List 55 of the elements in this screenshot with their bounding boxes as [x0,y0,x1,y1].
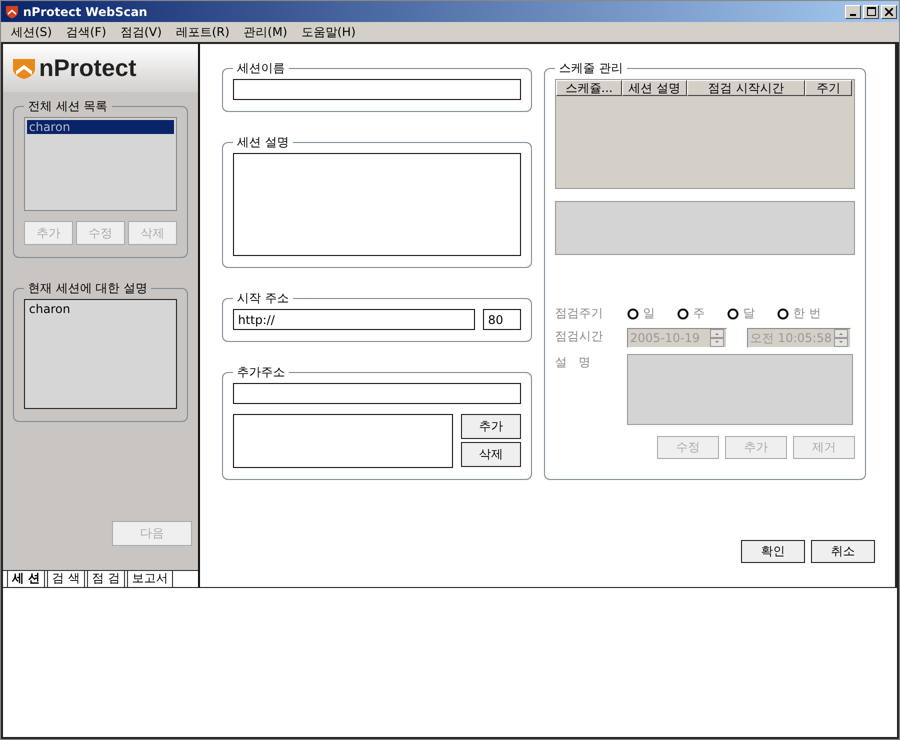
radio-icon [627,308,639,320]
column-header[interactable]: 주기 [805,80,852,96]
menu-item[interactable]: 세션(S) [11,24,52,40]
radio-button[interactable]: 일 [627,305,655,322]
radio-icon [777,308,789,320]
dialog-button[interactable]: 취소 [811,540,875,563]
group-title: 시작 주소 [236,290,290,307]
column-header[interactable]: 세션 설명 [622,80,687,96]
logo-text: nProtect [39,56,136,82]
group-title: 추가주소 [236,364,286,381]
radio-button[interactable]: 주 [677,305,705,322]
schedule-table[interactable]: 스케쥴... 세션 설명 점검 시작시간 주기 [555,79,855,189]
radio-button[interactable]: 달 [727,305,755,322]
menu-item[interactable]: 점검(V) [120,24,162,40]
address-button[interactable]: 삭제 [461,442,521,467]
port-field[interactable]: 80 [483,309,521,330]
address-field[interactable] [233,383,521,404]
menu-item[interactable]: 레포트(R) [176,24,230,40]
group-title: 현재 세션에 대한 설명 [27,280,148,297]
field-label: 점검시간 [555,328,604,345]
dialog-button[interactable]: 확인 [741,540,805,563]
address-button[interactable]: 추가 [461,414,521,439]
menu-item[interactable]: 검색(F) [66,24,106,40]
address-list[interactable] [233,414,453,468]
minimize-icon [850,14,856,16]
close-button[interactable] [881,4,897,18]
maximize-icon [866,7,876,16]
spinner-icon [834,329,848,347]
radio-icon [727,308,739,320]
group-title: 전체 세션 목록 [27,98,109,115]
group-title: 세션 설명 [236,134,290,151]
group-title: 세션이름 [236,60,286,77]
minimize-button[interactable] [845,4,861,18]
column-header[interactable]: 스케쥴... [556,80,622,96]
session-list[interactable]: charon [24,117,177,211]
radio-button[interactable]: 한 번 [777,305,821,322]
shield-icon [5,4,19,18]
close-icon [885,8,893,16]
field-label: 점검주기 [555,305,604,322]
menu-item[interactable]: 도움말(H) [301,24,356,40]
menu-item[interactable]: 관리(M) [244,24,288,40]
radio-icon [677,308,689,320]
column-header[interactable]: 점검 시작시간 [687,80,805,96]
description-box[interactable]: charon [24,299,177,409]
description-field[interactable] [627,354,853,425]
list-item[interactable]: charon [27,120,174,134]
spinner-icon [710,329,724,347]
session-name-field[interactable] [233,79,521,100]
shield-icon [13,59,35,79]
group-title: 스케줄 관리 [558,60,624,77]
window-title: nProtect WebScan [23,4,148,18]
description-field[interactable] [233,153,521,256]
url-field[interactable]: http:// [233,309,475,330]
field-label: 설 명 [555,354,592,371]
maximize-button[interactable] [863,4,879,18]
